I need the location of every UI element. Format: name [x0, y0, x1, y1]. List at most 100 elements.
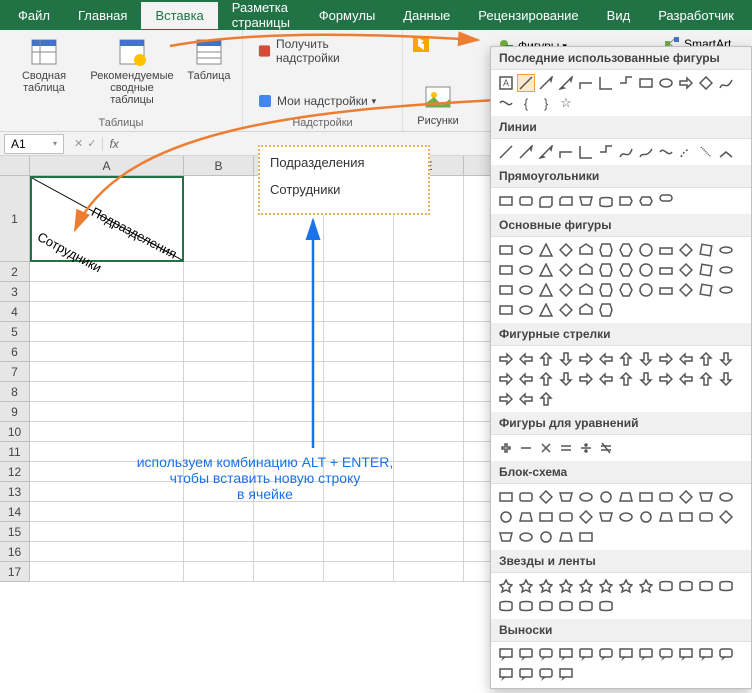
shape-icon[interactable] [577, 192, 595, 210]
shape-icon[interactable] [637, 508, 655, 526]
shape-icon[interactable] [657, 281, 675, 299]
shape-icon[interactable] [657, 646, 675, 664]
shape-icon[interactable] [677, 508, 695, 526]
cell[interactable] [324, 302, 394, 322]
pictures-button[interactable]: Рисунки [411, 79, 465, 129]
shape-icon[interactable] [577, 281, 595, 299]
cell[interactable] [324, 542, 394, 562]
cell[interactable] [394, 422, 464, 442]
row-header-14[interactable]: 14 [0, 502, 29, 522]
cell[interactable] [30, 362, 184, 382]
shape-icon[interactable] [697, 281, 715, 299]
shape-icon[interactable] [657, 488, 675, 506]
cell[interactable] [184, 262, 254, 282]
tab-formulas[interactable]: Формулы [305, 2, 390, 29]
shape-icon[interactable] [597, 370, 615, 388]
row-header-3[interactable]: 3 [0, 282, 29, 302]
cell[interactable] [324, 422, 394, 442]
cell[interactable] [184, 402, 254, 422]
shape-icon[interactable] [557, 646, 575, 664]
shape-icon[interactable] [637, 350, 655, 368]
cell[interactable] [394, 522, 464, 542]
cell[interactable] [254, 342, 324, 362]
shape-elbow-icon[interactable] [577, 74, 595, 92]
cell[interactable] [30, 322, 184, 342]
shape-icon[interactable] [517, 350, 535, 368]
shape-icon[interactable] [497, 577, 515, 595]
shape-line-icon[interactable] [517, 74, 535, 92]
shape-icon[interactable] [597, 241, 615, 259]
row-header-8[interactable]: 8 [0, 382, 29, 402]
shape-icon[interactable] [617, 143, 635, 161]
shape-icon[interactable] [497, 301, 515, 319]
cell[interactable] [394, 542, 464, 562]
shape-rect-icon[interactable] [637, 74, 655, 92]
shape-icon[interactable] [677, 577, 695, 595]
tab-file[interactable]: Файл [4, 2, 64, 29]
shape-icon[interactable] [577, 597, 595, 615]
shape-icon[interactable] [597, 143, 615, 161]
shape-icon[interactable] [637, 488, 655, 506]
row-header-11[interactable]: 11 [0, 442, 29, 462]
shape-icon[interactable] [677, 281, 695, 299]
shape-icon[interactable] [557, 439, 575, 457]
shape-icon[interactable] [577, 439, 595, 457]
shape-icon[interactable] [517, 281, 535, 299]
tab-view[interactable]: Вид [593, 2, 645, 29]
shape-icon[interactable] [697, 143, 715, 161]
row-header-9[interactable]: 9 [0, 402, 29, 422]
shape-icon[interactable] [577, 350, 595, 368]
cell[interactable] [394, 402, 464, 422]
cell[interactable] [184, 502, 254, 522]
shape-icon[interactable] [537, 261, 555, 279]
cell[interactable] [394, 362, 464, 382]
shape-icon[interactable] [717, 508, 735, 526]
shape-icon[interactable] [517, 597, 535, 615]
shape-icon[interactable] [517, 301, 535, 319]
name-box[interactable]: A1▾ [4, 134, 64, 154]
cell[interactable] [30, 562, 184, 582]
shape-icon[interactable] [497, 370, 515, 388]
cell[interactable] [184, 362, 254, 382]
shape-icon[interactable] [497, 350, 515, 368]
cell[interactable] [30, 422, 184, 442]
my-addins-button[interactable]: Мои надстройки ▾ [251, 90, 394, 112]
shape-icon[interactable] [557, 261, 575, 279]
shape-icon[interactable] [597, 597, 615, 615]
shape-icon[interactable] [537, 390, 555, 408]
shape-icon[interactable] [497, 390, 515, 408]
shape-icon[interactable] [597, 301, 615, 319]
cell[interactable] [324, 522, 394, 542]
shape-icon[interactable] [497, 666, 515, 684]
shape-icon[interactable] [597, 281, 615, 299]
shape-icon[interactable] [677, 350, 695, 368]
shape-icon[interactable] [577, 646, 595, 664]
shape-icon[interactable] [497, 646, 515, 664]
shape-icon[interactable] [537, 281, 555, 299]
shape-icon[interactable] [617, 350, 635, 368]
cell[interactable] [254, 502, 324, 522]
shape-icon[interactable] [717, 646, 735, 664]
cell[interactable] [324, 382, 394, 402]
shape-icon[interactable] [517, 666, 535, 684]
cell[interactable] [394, 562, 464, 582]
shape-icon[interactable] [717, 350, 735, 368]
shape-icon[interactable] [617, 261, 635, 279]
shape-icon[interactable] [497, 508, 515, 526]
shape-icon[interactable] [537, 666, 555, 684]
shape-icon[interactable] [697, 370, 715, 388]
shape-icon[interactable] [697, 577, 715, 595]
shape-icon[interactable] [657, 241, 675, 259]
row-header-15[interactable]: 15 [0, 522, 29, 542]
shape-icon[interactable] [617, 370, 635, 388]
shape-icon[interactable] [557, 528, 575, 546]
shape-icon[interactable] [677, 143, 695, 161]
shape-freeform1-icon[interactable] [717, 74, 735, 92]
shape-icon[interactable] [637, 143, 655, 161]
shape-oval-icon[interactable] [657, 74, 675, 92]
shape-icon[interactable] [657, 370, 675, 388]
shape-icon[interactable] [577, 143, 595, 161]
shape-icon[interactable] [657, 261, 675, 279]
shape-icon[interactable] [657, 192, 675, 210]
shape-icon[interactable] [617, 488, 635, 506]
